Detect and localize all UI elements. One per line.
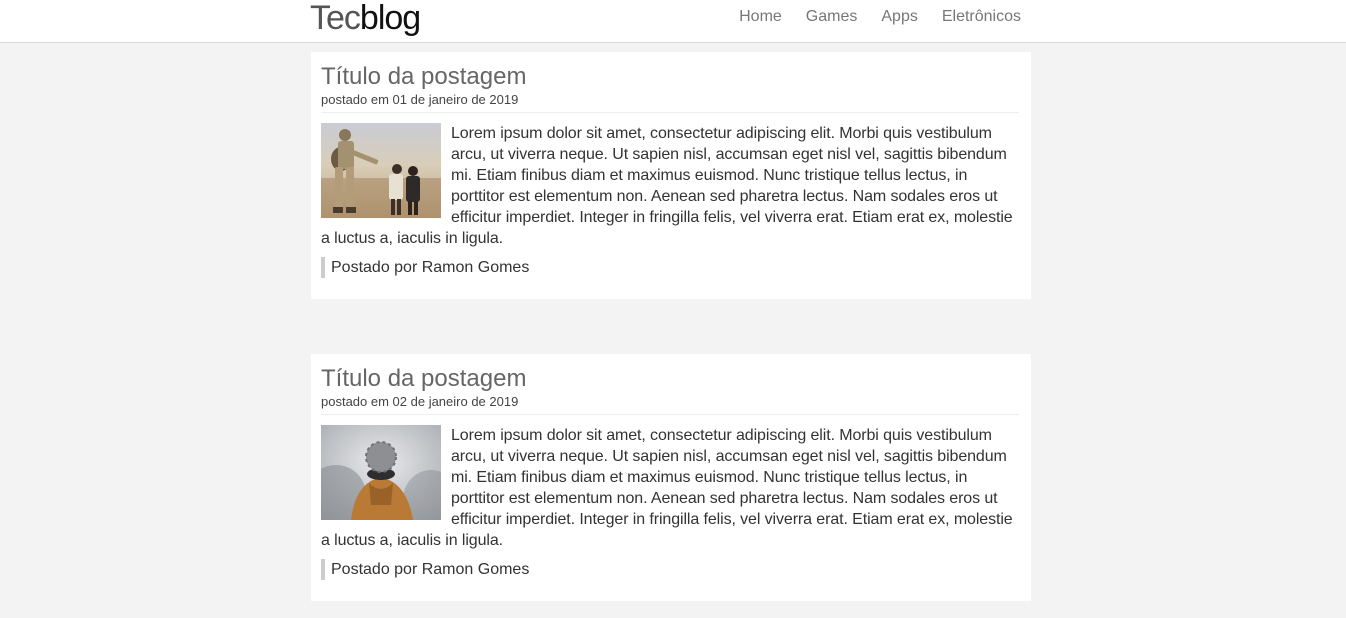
- post-body: Lorem ipsum dolor sit amet, consectetur …: [321, 123, 1021, 249]
- post-divider: [321, 112, 1019, 113]
- nav-link-home[interactable]: Home: [739, 7, 782, 27]
- post-card: Título da postagem postado em 01 de jane…: [311, 52, 1031, 299]
- nav-link-games[interactable]: Games: [806, 7, 858, 27]
- main-nav: Home Games Apps Eletrônicos: [715, 7, 1021, 27]
- hooded-person-photo-icon: [321, 425, 441, 520]
- top-navbar: Tecblog Home Games Apps Eletrônicos: [0, 0, 1346, 43]
- post-card: Título da postagem postado em 02 de jane…: [311, 354, 1031, 601]
- post-title[interactable]: Título da postagem: [321, 62, 1021, 92]
- soldier-child-photo-icon: [321, 123, 441, 218]
- post-body: Lorem ipsum dolor sit amet, consectetur …: [321, 425, 1021, 551]
- post-author: Postado por Ramon Gomes: [321, 257, 1021, 278]
- site-logo[interactable]: Tecblog: [310, 0, 421, 37]
- post-title[interactable]: Título da postagem: [321, 364, 1021, 394]
- logo-part-tec: Tec: [310, 0, 361, 37]
- nav-link-apps[interactable]: Apps: [881, 7, 917, 27]
- post-date: postado em 01 de janeiro de 2019: [321, 92, 519, 107]
- post-divider: [321, 414, 1019, 415]
- post-author: Postado por Ramon Gomes: [321, 559, 1021, 580]
- logo-part-blog: blog: [359, 0, 421, 37]
- post-date: postado em 02 de janeiro de 2019: [321, 394, 519, 409]
- nav-link-eletronicos[interactable]: Eletrônicos: [942, 7, 1021, 27]
